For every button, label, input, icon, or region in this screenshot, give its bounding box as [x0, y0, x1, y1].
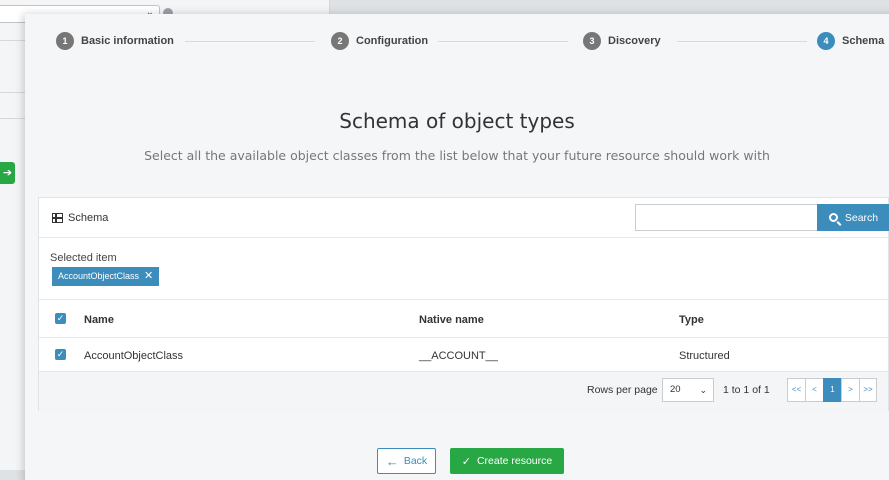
search-icon: [828, 213, 838, 222]
cell-type: Structured: [679, 350, 730, 362]
pagination-range: 1 to 1 of 1: [723, 384, 770, 396]
page-button-1[interactable]: 1: [823, 378, 841, 402]
check-icon: ✓: [461, 455, 471, 468]
search-button[interactable]: Search: [817, 204, 889, 231]
rows-per-page-value: 20: [670, 384, 681, 395]
create-resource-button[interactable]: ✓ Create resource: [450, 448, 564, 474]
step-label: Configuration: [356, 35, 429, 47]
last-page-button[interactable]: >>: [859, 378, 877, 402]
selected-item-label: Selected item: [50, 252, 117, 264]
selected-items-section: Selected item AccountObjectClass ✕: [39, 238, 888, 300]
cell-name: AccountObjectClass: [84, 350, 184, 362]
chevron-down-icon: ⌄: [699, 385, 707, 395]
step-schema[interactable]: 4 Schema: [817, 32, 889, 50]
back-button[interactable]: ← Back: [377, 448, 436, 474]
row-checkbox[interactable]: ✓: [55, 349, 66, 360]
next-page-button[interactable]: >: [841, 378, 859, 402]
first-page-button[interactable]: <<: [787, 378, 805, 402]
table-row[interactable]: ✓ AccountObjectClass __ACCOUNT__ Structu…: [39, 338, 888, 371]
column-header-name[interactable]: Name: [84, 314, 114, 326]
table-footer: Rows per page 20 ⌄ 1 to 1 of 1 << < 1 > …: [39, 371, 888, 411]
search-input[interactable]: [635, 204, 818, 231]
step-number: 1: [56, 32, 74, 50]
schema-panel: Schema Search Selected item AccountObjec…: [38, 197, 889, 411]
create-resource-wizard: 1 Basic information 2 Configuration 3 Di…: [25, 14, 889, 480]
step-label: Schema: [842, 35, 885, 47]
step-discovery[interactable]: 3 Discovery: [583, 32, 667, 50]
rows-per-page-label: Rows per page: [587, 384, 658, 396]
pagination: << < 1 > >>: [787, 378, 877, 402]
panel-header: Schema Search: [39, 198, 889, 238]
selected-item-chip[interactable]: AccountObjectClass ✕: [52, 267, 160, 286]
step-number: 4: [817, 32, 835, 50]
page-subtitle: Select all the available object classes …: [144, 148, 770, 163]
table-header: ✓ Name Native name Type: [39, 300, 888, 338]
search-button-label: Search: [844, 211, 879, 224]
close-icon[interactable]: ✕: [144, 267, 153, 286]
arrow-left-icon: ←: [385, 453, 399, 469]
step-number: 3: [583, 32, 601, 50]
back-button-label: Back: [403, 455, 428, 467]
rows-per-page-select[interactable]: 20 ⌄: [662, 378, 714, 402]
cell-native-name: __ACCOUNT__: [419, 350, 498, 362]
step-connector: [438, 41, 568, 42]
panel-title-text: Schema: [68, 212, 109, 224]
previous-page-button[interactable]: <: [805, 378, 823, 402]
column-header-type[interactable]: Type: [679, 314, 704, 326]
column-header-native-name[interactable]: Native name: [419, 314, 484, 326]
step-label: Basic information: [81, 35, 174, 47]
step-connector: [677, 41, 807, 42]
wizard-steps: 1 Basic information 2 Configuration 3 Di…: [25, 14, 889, 70]
chip-label: AccountObjectClass: [58, 271, 140, 281]
page-title: Schema of object types: [339, 109, 575, 133]
step-number: 2: [331, 32, 349, 50]
create-resource-label: Create resource: [476, 455, 553, 467]
arrow-right-icon: ➔: [0, 162, 15, 184]
panel-title: Schema: [52, 212, 108, 224]
step-basic-information[interactable]: 1 Basic information: [56, 32, 180, 50]
step-configuration[interactable]: 2 Configuration: [331, 32, 435, 50]
step-connector: [185, 41, 315, 42]
select-all-checkbox[interactable]: ✓: [55, 313, 66, 324]
step-label: Discovery: [608, 35, 661, 47]
table-icon: [52, 213, 63, 223]
